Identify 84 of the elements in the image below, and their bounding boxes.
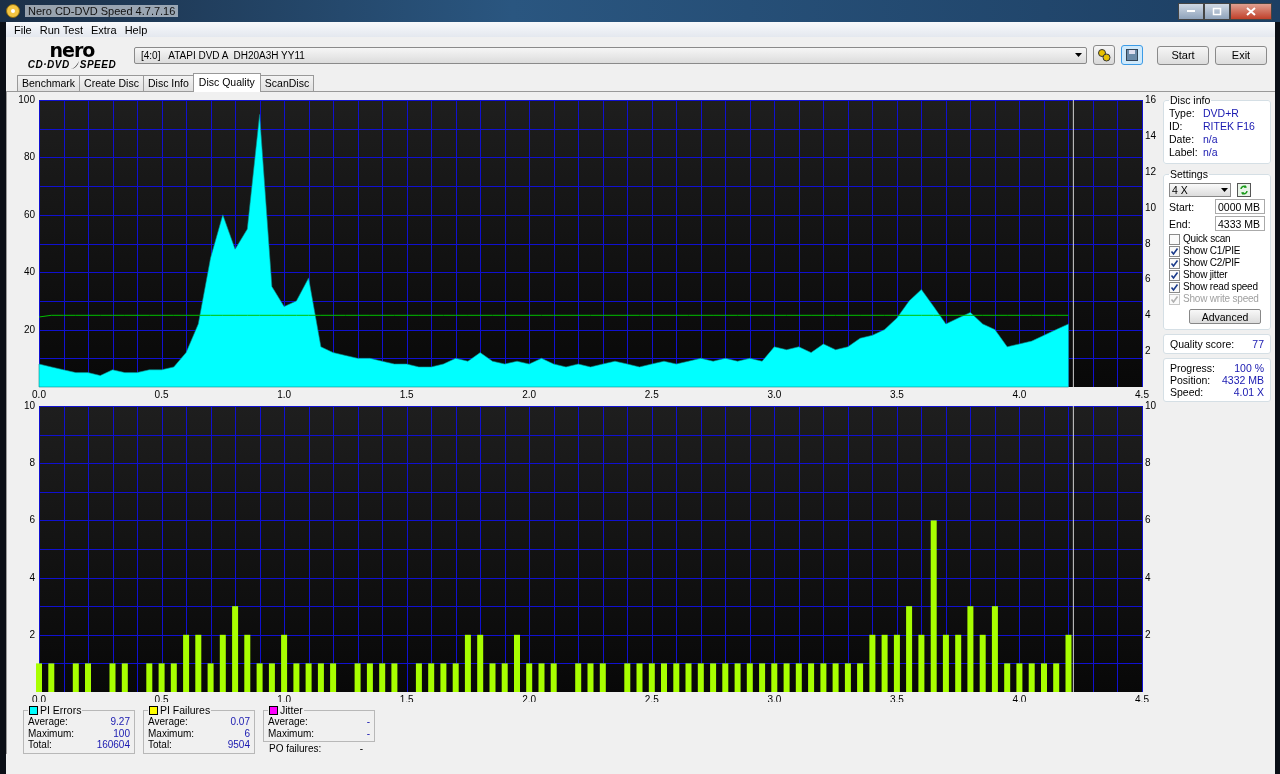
axis-label: 6 bbox=[1145, 514, 1151, 526]
axis-label: 12 bbox=[1145, 165, 1157, 177]
axis-label: 40 bbox=[23, 266, 35, 278]
axis-label: 4.5 bbox=[1135, 389, 1149, 400]
axis-label: 16 bbox=[1145, 94, 1157, 105]
axis-label: 14 bbox=[1145, 129, 1157, 141]
group-title: Disc info bbox=[1169, 94, 1212, 106]
stat-label: Total: bbox=[28, 739, 52, 751]
stat-value: - bbox=[359, 743, 363, 754]
axis-label: 8 bbox=[1145, 457, 1151, 469]
stat-label: Average: bbox=[148, 716, 188, 728]
axis-label: 2 bbox=[29, 628, 35, 640]
field-value: n/a bbox=[1203, 133, 1218, 146]
checkbox-label: Show jitter bbox=[1183, 269, 1228, 281]
stat-label: PO failures: bbox=[269, 743, 322, 754]
axis-label: 2.5 bbox=[644, 389, 659, 400]
axis-label: 3.5 bbox=[889, 389, 904, 400]
field-label: Position: bbox=[1170, 374, 1211, 386]
field-value: 100 % bbox=[1234, 362, 1264, 374]
axis-label: 2.0 bbox=[522, 389, 537, 400]
checkbox-label: Show read speed bbox=[1183, 281, 1258, 293]
checkbox-label: Quick scan bbox=[1183, 233, 1231, 245]
axis-label: 1.0 bbox=[277, 389, 292, 400]
field-label: Speed: bbox=[1170, 386, 1204, 398]
stat-label: Maximum: bbox=[268, 727, 315, 739]
stat-label: Maximum: bbox=[148, 727, 195, 739]
field-label: End: bbox=[1169, 217, 1191, 230]
field-label: Start: bbox=[1169, 200, 1195, 213]
axis-label: 10 bbox=[23, 400, 35, 411]
stat-value: - bbox=[366, 716, 370, 728]
stat-label: Average: bbox=[268, 716, 308, 728]
stat-value: - bbox=[366, 727, 370, 739]
axis-label: 0.5 bbox=[154, 389, 169, 400]
stat-value: 9.27 bbox=[110, 716, 130, 728]
field-value: DVD+R bbox=[1203, 107, 1239, 120]
checkbox-label: Show C2/PIF bbox=[1183, 257, 1240, 269]
group-title: PI Failures bbox=[160, 704, 211, 716]
quality-score: 77 bbox=[1252, 338, 1264, 350]
checkbox-label: Show write speed bbox=[1183, 293, 1259, 305]
field-label: ID: bbox=[1169, 120, 1184, 133]
stat-label: Maximum: bbox=[28, 727, 75, 739]
stat-value: 9504 bbox=[227, 739, 250, 751]
group-title: Settings bbox=[1169, 168, 1209, 180]
axis-label: 10 bbox=[1145, 201, 1157, 213]
logo-text: SPEED bbox=[79, 59, 117, 70]
axis-label: 80 bbox=[23, 151, 35, 163]
field-label: Progress: bbox=[1170, 362, 1215, 374]
field-label: Label: bbox=[1169, 146, 1199, 159]
field-label: Date: bbox=[1169, 133, 1196, 146]
axis-label: 6 bbox=[1145, 273, 1151, 285]
field-value: n/a bbox=[1203, 146, 1218, 159]
stat-value: 6 bbox=[244, 727, 250, 739]
axis-label: 10 bbox=[1145, 400, 1157, 411]
axis-label: 20 bbox=[23, 323, 35, 335]
axis-label: 6 bbox=[29, 514, 35, 526]
logo-wordmark: nero bbox=[49, 40, 95, 60]
field-value: RITEK F16 bbox=[1203, 120, 1255, 133]
axis-label: 4 bbox=[1145, 571, 1151, 583]
axis-label: 8 bbox=[29, 457, 35, 469]
group-title: PI Errors bbox=[40, 704, 82, 716]
axis-label: 0.0 bbox=[32, 389, 46, 400]
axis-label: 4 bbox=[29, 571, 35, 583]
axis-label: 60 bbox=[23, 208, 35, 220]
window-title: Nero CD-DVD Speed 4.7.7.16 bbox=[25, 5, 179, 17]
axis-label: 2 bbox=[1145, 345, 1151, 357]
axis-label: 3.0 bbox=[767, 389, 782, 400]
group-title: Jitter bbox=[280, 704, 303, 716]
axis-label: 4.0 bbox=[1012, 389, 1027, 400]
stat-label: Average: bbox=[28, 716, 68, 728]
axis-label: 8 bbox=[1145, 237, 1151, 249]
axis-label: 100 bbox=[18, 94, 35, 105]
stat-label: Total: bbox=[148, 739, 172, 751]
field-value: 4.01 X bbox=[1233, 386, 1264, 398]
axis-label: 4 bbox=[1145, 309, 1151, 321]
axis-label: 1.5 bbox=[399, 389, 414, 400]
logo-text: CD·DVD bbox=[27, 59, 70, 70]
checkbox-label: Show C1/PIE bbox=[1183, 245, 1241, 257]
stat-value: 0.07 bbox=[230, 716, 250, 728]
stat-value: 100 bbox=[113, 727, 130, 739]
axis-label: 2 bbox=[1145, 628, 1151, 640]
field-label: Quality score: bbox=[1170, 338, 1235, 350]
field-value: 4332 MB bbox=[1221, 374, 1264, 386]
stat-value: 160604 bbox=[96, 739, 130, 751]
field-label: Type: bbox=[1169, 107, 1196, 120]
